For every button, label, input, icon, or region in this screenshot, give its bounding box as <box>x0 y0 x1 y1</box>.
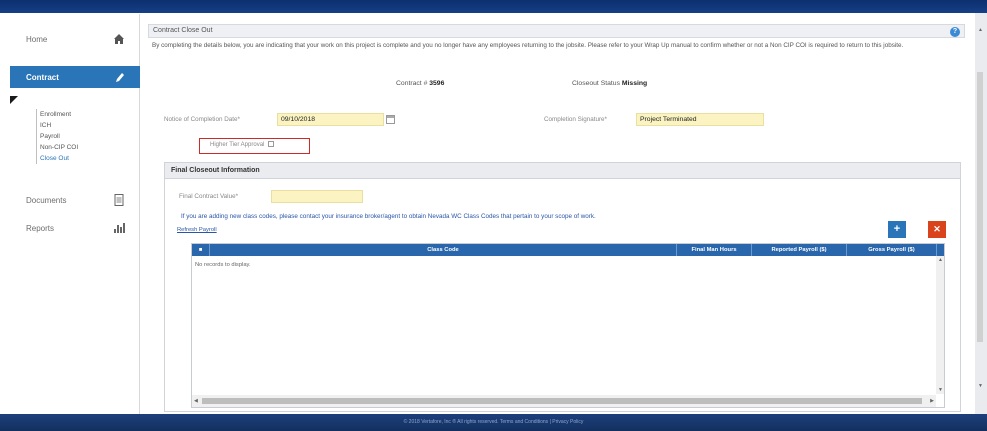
subnav-item-payroll[interactable]: Payroll <box>37 131 126 142</box>
sidebar-item-reports[interactable]: Reports <box>10 217 140 239</box>
grid-header: ■ Class Code Final Man Hours Reported Pa… <box>192 244 944 256</box>
add-button[interactable]: + <box>888 221 906 238</box>
home-icon <box>112 32 126 46</box>
active-indicator <box>10 96 18 104</box>
grid-empty-message: No records to display. <box>195 262 251 268</box>
col-class-code[interactable]: Class Code <box>210 244 677 256</box>
help-icon[interactable]: ? <box>950 27 960 37</box>
pencil-icon <box>112 70 126 84</box>
signature-label: Completion Signature* <box>544 116 608 123</box>
contract-number-label: Contract # <box>396 80 428 87</box>
bar-chart-icon <box>112 221 126 235</box>
final-contract-value-label: Final Contract Value* <box>179 193 239 200</box>
subnav-item-non-cip-coi[interactable]: Non-CIP COI <box>37 142 126 153</box>
sidebar: Home Contract Enrollment ICH Payroll Non… <box>10 14 140 414</box>
sidebar-item-label: Home <box>26 34 48 44</box>
contract-number: Contract # 3596 <box>396 80 444 87</box>
footer: © 2018 Vertafore, Inc ® All rights reser… <box>0 414 987 431</box>
notice-date-field[interactable]: 09/10/2018 <box>277 113 384 126</box>
class-code-grid: ■ Class Code Final Man Hours Reported Pa… <box>191 243 945 408</box>
page-scroll-down-icon[interactable]: ▼ <box>978 383 983 389</box>
page-scroll-up-icon[interactable]: ▲ <box>978 27 983 33</box>
higher-tier-approval: Higher Tier Approval <box>199 138 310 154</box>
contract-subnav: Enrollment ICH Payroll Non-CIP COI Close… <box>36 109 126 164</box>
scroll-right-icon[interactable]: ▶ <box>930 398 934 404</box>
subnav-item-ich[interactable]: ICH <box>37 120 126 131</box>
sidebar-item-label: Documents <box>26 195 67 205</box>
col-gross-payroll[interactable]: Gross Payroll ($) <box>847 244 937 256</box>
closeout-status-label: Closeout Status <box>572 80 620 87</box>
signature-field[interactable]: Project Terminated <box>636 113 764 126</box>
subnav-item-close-out[interactable]: Close Out <box>37 153 126 164</box>
higher-tier-checkbox[interactable] <box>268 141 275 148</box>
refresh-payroll-link[interactable]: Refresh Payroll <box>177 227 217 233</box>
intro-text: By completing the details below, you are… <box>152 42 904 49</box>
closeout-status-value: Missing <box>621 80 648 87</box>
page-header: Contract Close Out ? <box>148 24 965 38</box>
notice-date-label: Notice of Completion Date* <box>164 116 240 123</box>
subnav-item-enrollment[interactable]: Enrollment <box>37 109 126 120</box>
page-title: Contract Close Out <box>153 27 213 34</box>
delete-button[interactable]: ✕ <box>928 221 946 238</box>
contract-number-value: 3596 <box>429 80 445 87</box>
panel-title: Final Closeout Information <box>165 163 960 179</box>
higher-tier-label: Higher Tier Approval <box>210 142 265 148</box>
col-reported-payroll[interactable]: Reported Payroll ($) <box>752 244 847 256</box>
main-content: Contract Close Out ? By completing the d… <box>148 24 965 414</box>
calendar-icon[interactable] <box>386 115 395 124</box>
grid-scroll-thumb[interactable] <box>202 398 922 404</box>
sidebar-item-label: Reports <box>26 223 55 233</box>
document-icon <box>112 193 126 207</box>
closeout-status: Closeout Status Missing <box>572 80 647 87</box>
select-all-checkbox[interactable]: ■ <box>192 244 210 256</box>
sidebar-item-label: Contract <box>26 72 59 82</box>
page-scrollbar[interactable]: ▲ ▼ <box>976 27 985 389</box>
scroll-down-icon[interactable]: ▼ <box>938 387 943 393</box>
scroll-left-icon[interactable]: ◀ <box>194 398 198 404</box>
final-closeout-panel: Final Closeout Information Final Contrac… <box>164 162 961 412</box>
page-scroll-thumb[interactable] <box>977 72 983 342</box>
final-contract-value-field[interactable] <box>271 190 363 203</box>
col-final-man-hours[interactable]: Final Man Hours <box>677 244 752 256</box>
top-bar <box>0 0 987 13</box>
grid-vertical-scrollbar[interactable]: ▲ ▼ <box>936 256 944 394</box>
sidebar-item-contract[interactable]: Contract <box>10 66 140 88</box>
class-code-info: If you are adding new class codes, pleas… <box>181 213 596 220</box>
scroll-up-icon[interactable]: ▲ <box>938 257 943 263</box>
sidebar-item-documents[interactable]: Documents <box>10 189 140 211</box>
sidebar-item-home[interactable]: Home <box>10 28 140 50</box>
grid-horizontal-scrollbar[interactable]: ◀ ▶ <box>192 395 936 407</box>
